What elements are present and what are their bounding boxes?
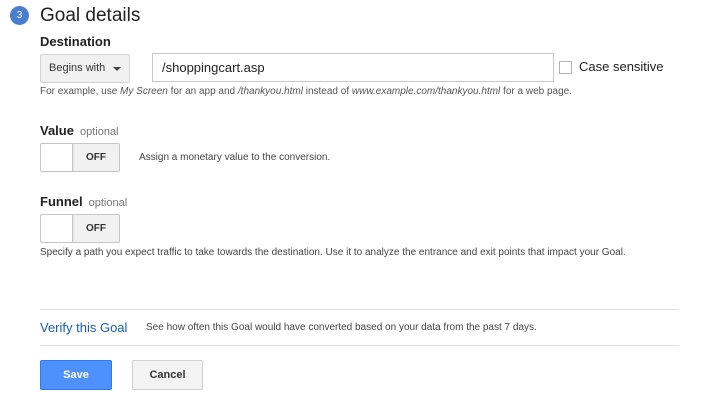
value-label: Value optional xyxy=(40,123,119,138)
value-toggle-state: OFF xyxy=(86,152,106,163)
case-sensitive-checkbox[interactable] xyxy=(559,61,572,74)
match-type-value: Begins with xyxy=(49,62,106,74)
destination-label: Destination xyxy=(40,34,111,49)
case-sensitive-label: Case sensitive xyxy=(579,59,664,74)
value-description: Assign a monetary value to the conversio… xyxy=(139,152,331,163)
step-number-badge: 3 xyxy=(10,6,29,25)
toggle-knob xyxy=(41,215,73,242)
cancel-button[interactable]: Cancel xyxy=(132,360,203,390)
chevron-down-icon xyxy=(113,67,121,71)
funnel-description: Specify a path you expect traffic to tak… xyxy=(40,247,626,258)
divider xyxy=(40,309,679,310)
verify-description: See how often this Goal would have conve… xyxy=(146,322,537,333)
value-optional-tag: optional xyxy=(79,126,119,138)
toggle-knob xyxy=(41,144,73,171)
funnel-toggle-state: OFF xyxy=(86,223,106,234)
destination-hint: For example, use My Screen for an app an… xyxy=(40,86,572,97)
match-type-dropdown[interactable]: Begins with xyxy=(40,54,130,83)
funnel-toggle[interactable]: OFF xyxy=(40,214,120,243)
funnel-label: Funnel optional xyxy=(40,194,128,209)
destination-input[interactable] xyxy=(152,53,554,82)
divider xyxy=(40,345,679,346)
section-title: Goal details xyxy=(40,5,141,26)
save-button[interactable]: Save xyxy=(40,360,112,390)
funnel-optional-tag: optional xyxy=(88,197,128,209)
verify-goal-link[interactable]: Verify this Goal xyxy=(40,320,127,335)
value-toggle[interactable]: OFF xyxy=(40,143,120,172)
